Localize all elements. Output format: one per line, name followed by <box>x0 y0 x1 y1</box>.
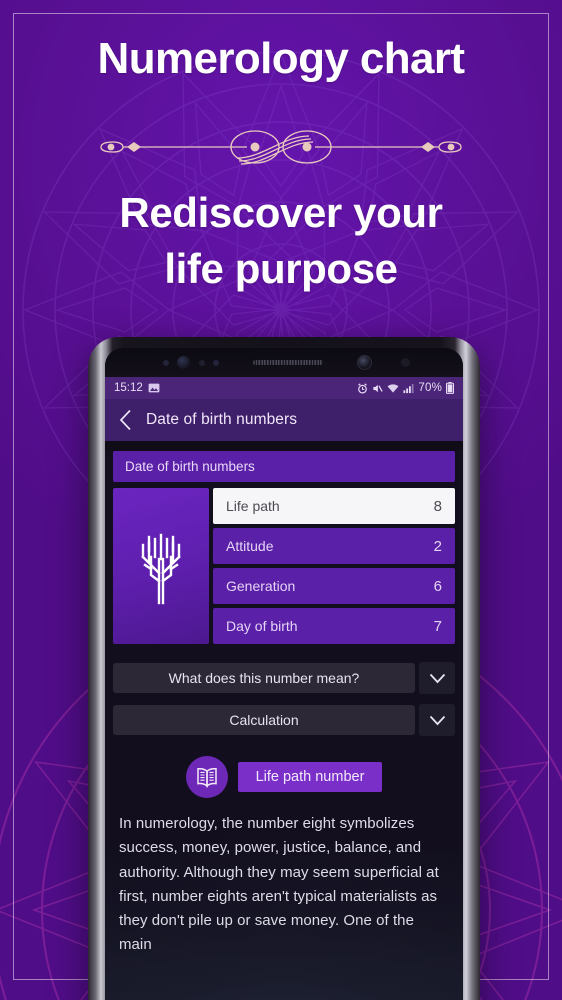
status-bar-right: 70% <box>357 382 454 394</box>
number-label: Generation <box>226 578 296 594</box>
life-path-number-chip[interactable]: Life path number <box>237 762 383 792</box>
accordion-label: Calculation <box>113 705 415 735</box>
number-label: Attitude <box>226 538 274 554</box>
battery-icon <box>446 382 454 394</box>
status-time: 15:12 <box>114 382 143 394</box>
page-subtitle: Rediscover your life purpose <box>0 185 562 297</box>
status-bar: 15:12 70% <box>105 377 463 399</box>
number-row-day-of-birth[interactable]: Day of birth 7 <box>213 608 455 644</box>
number-value: 8 <box>433 497 442 515</box>
light-sensor-icon <box>199 360 205 366</box>
subtitle-line-1: Rediscover your <box>119 189 443 236</box>
screen-content: Date of birth numbers Life path 8 Attitu… <box>105 451 463 1000</box>
earpiece-speaker-icon <box>253 360 323 365</box>
subtitle-line-2: life purpose <box>164 244 398 292</box>
accordion-item-calculation[interactable]: Calculation <box>113 704 455 736</box>
tree-of-life-card <box>113 488 209 644</box>
battery-percent: 70% <box>418 382 442 394</box>
tree-of-life-icon <box>141 533 181 605</box>
iris-scanner-icon <box>177 356 190 369</box>
mute-icon <box>373 384 384 392</box>
number-label: Life path <box>226 498 280 514</box>
number-row-generation[interactable]: Generation 6 <box>213 568 455 604</box>
section-header: Date of birth numbers <box>113 451 455 482</box>
phone-mockup: 15:12 70% Date of birth numbers Date of … <box>88 337 480 1000</box>
description-text: In numerology, the number eight symboliz… <box>119 815 439 954</box>
number-value: 2 <box>433 537 442 555</box>
front-camera-icon <box>357 355 372 370</box>
accordion-list: What does this number mean? Calculation <box>113 662 455 736</box>
led-indicator-icon <box>213 360 219 366</box>
phone-screen: 15:12 70% Date of birth numbers Date of … <box>105 348 463 1000</box>
sensor-icon <box>401 358 410 367</box>
number-value: 6 <box>433 577 442 595</box>
page-title: Numerology chart <box>97 34 466 83</box>
number-row-attitude[interactable]: Attitude 2 <box>213 528 455 564</box>
infinity-flourish-divider-icon <box>100 130 462 165</box>
alarm-icon <box>358 382 368 393</box>
accordion-item-meaning[interactable]: What does this number mean? <box>113 662 455 694</box>
open-book-icon[interactable] <box>185 756 228 798</box>
numbers-panel: Life path 8 Attitude 2 Generation 6 Day … <box>113 488 455 644</box>
promo-banner: Numerology chart Rediscover your life pu… <box>0 0 562 1000</box>
chevron-down-icon[interactable] <box>419 662 455 694</box>
numbers-list: Life path 8 Attitude 2 Generation 6 Day … <box>213 488 455 644</box>
number-label: Day of birth <box>226 618 298 634</box>
back-chevron-icon[interactable] <box>119 409 132 431</box>
accordion-label: What does this number mean? <box>113 663 415 693</box>
proximity-sensor-icon <box>163 360 169 366</box>
number-row-life-path[interactable]: Life path 8 <box>213 488 455 524</box>
chevron-down-icon[interactable] <box>419 704 455 736</box>
image-icon <box>148 383 160 393</box>
wifi-icon <box>387 383 399 393</box>
app-bar-title: Date of birth numbers <box>146 411 298 428</box>
number-value: 7 <box>433 617 442 635</box>
signal-icon <box>403 383 414 393</box>
app-bar: Date of birth numbers <box>105 399 463 441</box>
phone-top-bezel <box>105 348 463 377</box>
status-bar-left: 15:12 <box>114 382 160 394</box>
life-path-badge-row: Life path number <box>105 756 463 798</box>
